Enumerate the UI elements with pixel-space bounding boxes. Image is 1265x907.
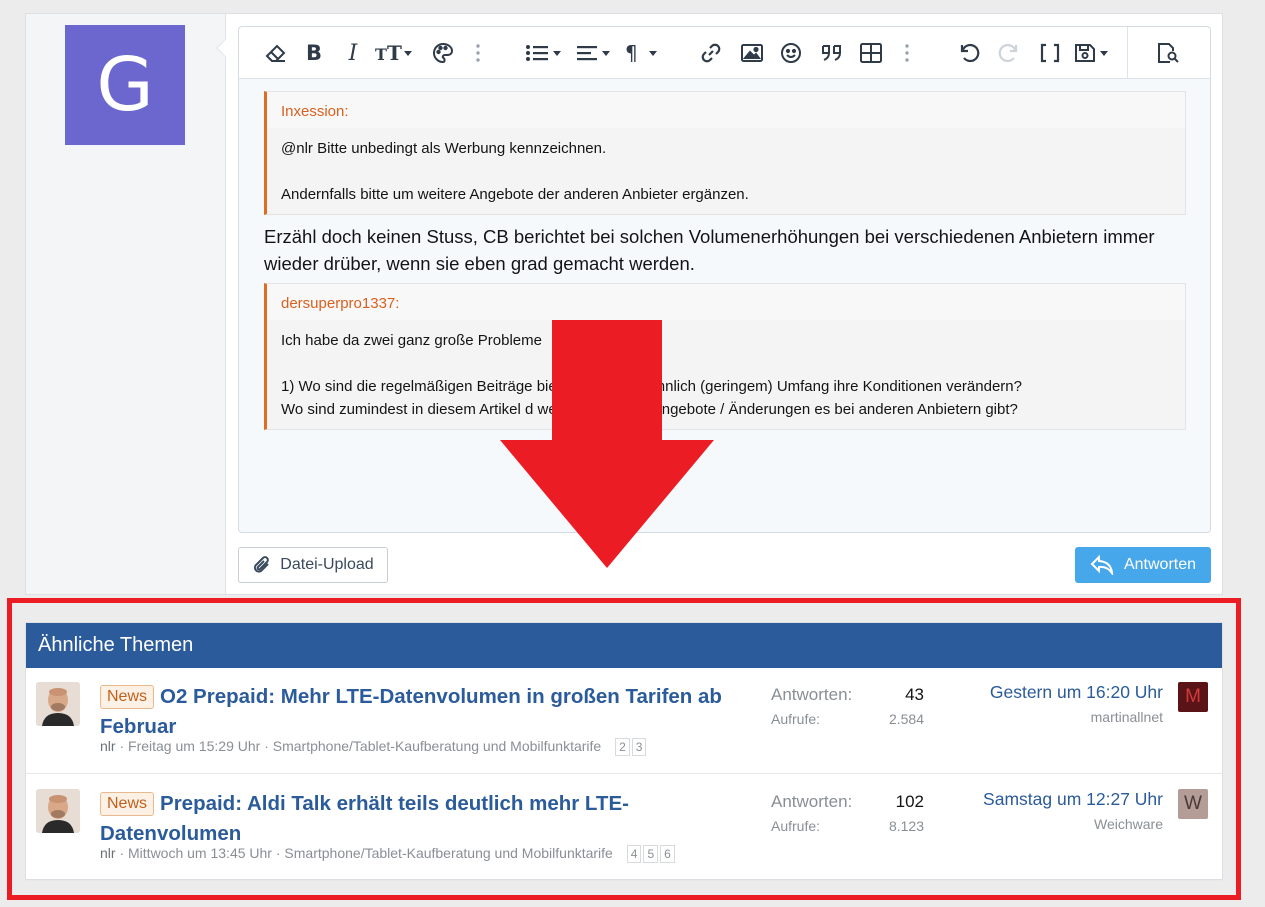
more-vertical-icon[interactable] [473,39,483,67]
thread-author[interactable]: nlr [100,845,116,861]
eraser-icon[interactable] [263,39,289,67]
quote-line: @nlr Bitte unbedingt als Werbung kennzei… [281,140,607,157]
reply-editor[interactable]: B I TT ¶ Inxession: @nlr Bitte unbedingt… [238,26,1211,533]
thread-author[interactable]: nlr [100,738,116,754]
avatar-letter: W [1184,793,1202,814]
toolbar-divider [1127,27,1128,79]
page-link[interactable]: 5 [643,845,659,863]
paragraph-icon[interactable]: ¶ [625,39,661,67]
quote-line: Andernfalls bitte um weitere Angebote de… [281,186,749,203]
thread-forum[interactable]: Smartphone/Tablet-Kaufberatung und Mobil… [273,738,601,754]
quote-body: Ich habe da zwei ganz große Probleme 1) … [267,320,1185,429]
file-upload-label: Datei-Upload [280,556,374,573]
paperclip-icon [254,556,270,573]
brackets-icon[interactable] [1039,39,1061,67]
last-post-user[interactable]: martinallnet [1091,709,1163,725]
views-count: 8.123 [888,818,924,834]
quote-line: Wo sind zumindest in diesem Artikel d we… [281,401,1018,418]
quote-spacer [281,160,1171,183]
replies-count: 43 [905,685,924,704]
last-post-time[interactable]: Samstag um 12:27 Uhr [983,789,1163,810]
italic-icon[interactable]: I [342,39,364,67]
smiley-icon[interactable] [779,39,803,67]
preview-icon[interactable] [1156,39,1182,67]
reply-button-label: Antworten [1123,556,1197,573]
page-link[interactable]: 3 [631,738,647,756]
quote-author[interactable]: dersuperpro1337: [267,284,1185,320]
editor-content[interactable]: Inxession: @nlr Bitte unbedingt als Werb… [264,91,1186,430]
annotation-arrow-icon [500,320,714,568]
link-icon[interactable] [699,39,723,67]
thread-row[interactable]: News O2 Prepaid: Mehr LTE-Datenvolumen in… [26,668,1222,774]
reply-text[interactable]: Erzähl doch keinen Stuss, CB berichtet b… [264,215,1186,283]
page-link[interactable]: 4 [626,845,642,863]
thread-title[interactable]: News Prepaid: Aldi Talk erhält teils deut… [100,789,750,849]
quote-line: Ich habe da zwei ganz große Probleme [281,332,542,349]
avatar[interactable]: M [1178,682,1208,712]
palette-icon[interactable] [431,39,455,67]
page-link[interactable]: 6 [660,845,675,863]
redo-icon[interactable] [997,39,1021,67]
editor-toolbar: B I TT ¶ [239,27,1210,79]
thread-title-text: O2 Prepaid: Mehr LTE-Datenvolumen in gro… [100,685,722,738]
avatar[interactable] [36,789,80,833]
align-icon[interactable] [576,39,614,67]
replies-label: Antworten: [771,685,853,704]
quote-icon[interactable] [819,39,845,67]
table-icon[interactable] [859,39,883,67]
more-vertical-icon[interactable] [902,39,912,67]
quote-spacer [281,352,1171,375]
avatar[interactable]: W [1178,789,1208,819]
avatar[interactable]: G [65,25,185,145]
last-post-time[interactable]: Gestern um 16:20 Uhr [990,682,1163,703]
svg-text:¶: ¶ [625,43,638,63]
thread-row[interactable]: News Prepaid: Aldi Talk erhält teils deut… [26,775,1222,881]
thread-title[interactable]: News O2 Prepaid: Mehr LTE-Datenvolumen in… [100,682,750,742]
similar-threads-heading: Ähnliche Themen [26,623,1222,668]
thread-date[interactable]: Mittwoch um 13:45 Uhr [128,845,272,861]
replies-count: 102 [895,792,924,811]
file-upload-button[interactable]: Datei-Upload [238,547,388,583]
svg-text:T: T [387,43,402,63]
thread-meta: nlr · Mittwoch um 13:45 Uhr · Smartphone… [100,845,675,863]
user-column: G [26,14,226,594]
news-badge[interactable]: News [100,792,155,816]
quote-author[interactable]: Inxession: [267,92,1185,128]
list-icon[interactable] [525,39,563,67]
page-link[interactable]: 2 [615,738,630,756]
replies-label: Antworten: [771,792,853,811]
image-icon[interactable] [739,39,765,67]
last-post-user[interactable]: Weichware [1094,816,1163,832]
thread-forum[interactable]: Smartphone/Tablet-Kaufberatung und Mobil… [284,845,612,861]
views-count: 2.584 [888,711,924,727]
thread-date[interactable]: Freitag um 15:29 Uhr [128,738,260,754]
quote-block: Inxession: @nlr Bitte unbedingt als Werb… [264,91,1186,215]
reply-icon [1090,555,1114,575]
thread-meta: nlr · Freitag um 15:29 Uhr · Smartphone/… [100,738,647,756]
avatar-letter: G [96,42,154,128]
avatar[interactable] [36,682,80,726]
undo-icon[interactable] [957,39,981,67]
svg-text:T: T [375,45,387,63]
reply-button[interactable]: Antworten [1075,547,1211,583]
views-label: Aufrufe: [771,711,821,727]
bold-icon[interactable]: B [303,39,325,67]
save-draft-icon[interactable] [1074,39,1112,67]
views-label: Aufrufe: [771,818,821,834]
quote-line: 1) Wo sind die regelmäßigen Beiträge bie… [281,378,1022,395]
quote-block: dersuperpro1337: Ich habe da zwei ganz g… [264,283,1186,430]
quote-body: @nlr Bitte unbedingt als Werbung kennzei… [267,128,1185,214]
thread-title-text: Prepaid: Aldi Talk erhält teils deutlich… [100,792,629,845]
avatar-letter: M [1185,686,1201,707]
similar-threads-block: Ähnliche Themen News O2 Prepaid: Mehr LTE… [25,622,1223,881]
news-badge[interactable]: News [100,685,155,709]
font-size-icon[interactable]: TT [375,39,415,67]
